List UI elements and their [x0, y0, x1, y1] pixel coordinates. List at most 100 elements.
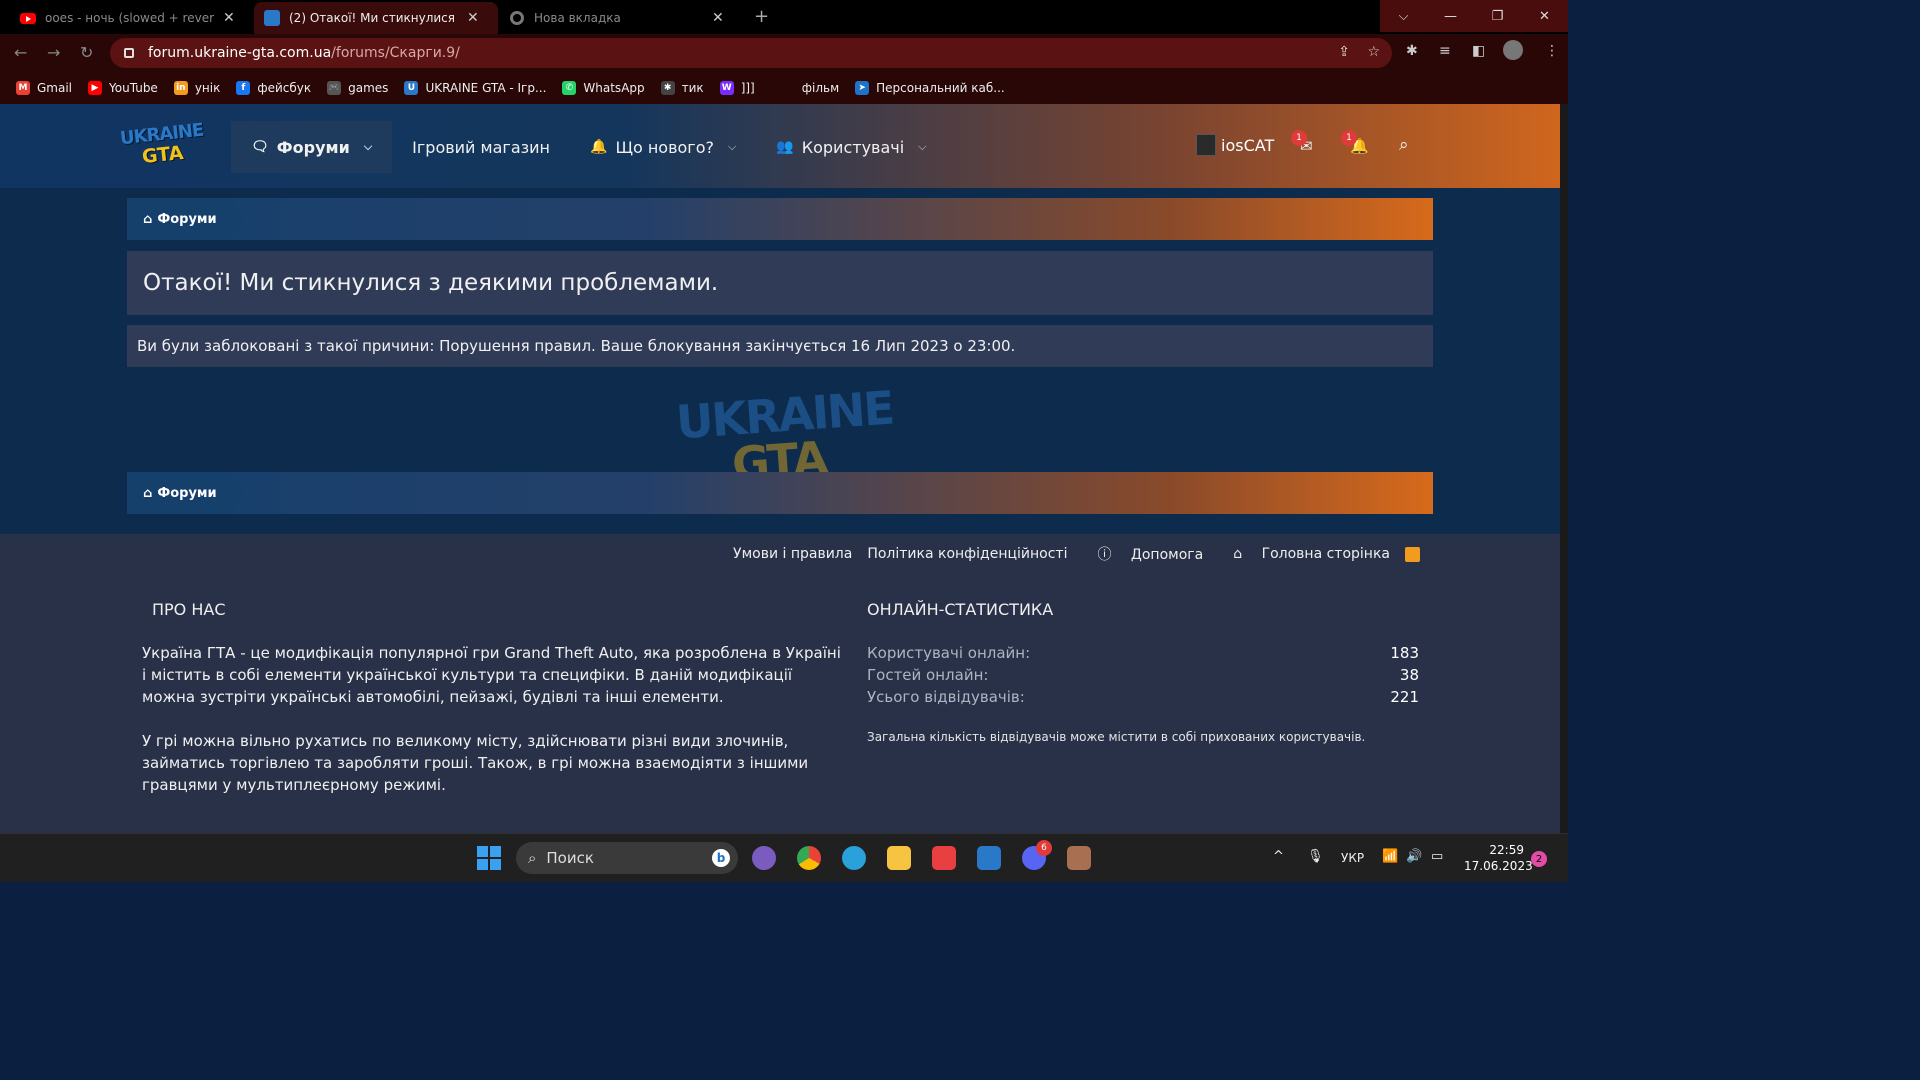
- bookmark-icon: ➤: [855, 81, 870, 95]
- browser-window: ooes - ночь (slowed + reverb) - Y ✕ (2) …: [0, 0, 1568, 104]
- stats-note: Загальна кількість відвідувачів може міс…: [867, 730, 1366, 744]
- close-icon[interactable]: ✕: [712, 10, 724, 26]
- page-scrollbar[interactable]: [1560, 104, 1568, 833]
- tab-youtube[interactable]: ooes - ночь (slowed + reverb) - Y ✕: [10, 2, 254, 34]
- search-icon[interactable]: ⌕: [1399, 135, 1409, 155]
- reload-icon[interactable]: ↻: [80, 43, 93, 62]
- breadcrumb-forums[interactable]: ⌂ Форуми: [127, 198, 245, 240]
- telegram-icon[interactable]: [842, 846, 866, 870]
- start-icon[interactable]: [477, 846, 501, 870]
- inbox-icon[interactable]: ✉ 1: [1291, 130, 1313, 155]
- forward-icon[interactable]: →: [47, 43, 60, 62]
- bookmark-item[interactable]: in унік: [173, 81, 220, 95]
- share-icon[interactable]: ⇪: [1338, 44, 1350, 60]
- clock[interactable]: 22:59 17.06.2023: [1464, 842, 1533, 874]
- back-icon[interactable]: ←: [14, 43, 27, 62]
- media-icon[interactable]: ≡: [1439, 43, 1451, 59]
- bookmark-label: games: [348, 81, 389, 95]
- window-controls: ⌵ — ❐ ✕: [1380, 0, 1568, 32]
- online-stats: Користувачі онлайн: 183 Гостей онлайн: 38 …: [867, 642, 1419, 748]
- privacy-link[interactable]: Політика конфіденційності: [867, 546, 1067, 562]
- bookmark-icon: ✆: [562, 81, 577, 95]
- new-tab-button[interactable]: +: [754, 6, 769, 27]
- bookmark-item[interactable]: W]]]: [719, 81, 755, 95]
- close-window-icon[interactable]: ✕: [1521, 0, 1568, 32]
- microphone-icon[interactable]: 🎙: [1307, 849, 1324, 864]
- lock-icon: [124, 48, 134, 58]
- breadcrumb-forums[interactable]: ⌂ Форуми: [127, 472, 245, 514]
- bookmarks-bar: M Gmail ▶ YouTube in унік f фейсбук 🎮 games U UKRAI…: [0, 72, 1568, 104]
- bookmark-star-icon[interactable]: ☆: [1367, 44, 1380, 60]
- discord-icon[interactable]: 6: [1022, 840, 1052, 870]
- about-paragraph: У грі можна вільно рухатись по великому …: [142, 732, 809, 794]
- bookmark-item[interactable]: ✱ тик: [660, 81, 704, 95]
- game-icon[interactable]: [1067, 846, 1091, 870]
- language-indicator[interactable]: УКР: [1341, 851, 1364, 865]
- tab-new[interactable]: Нова вкладка ✕: [500, 2, 744, 34]
- youtube-icon: [20, 12, 36, 24]
- nav-label: Форуми: [276, 137, 350, 157]
- bookmark-item[interactable]: ▶ YouTube: [88, 81, 158, 95]
- restore-icon[interactable]: ❐: [1474, 0, 1521, 32]
- home-icon: ⌂: [143, 211, 153, 227]
- tab-search-icon[interactable]: ⌵: [1380, 0, 1427, 32]
- inbox-badge: 1: [1291, 130, 1307, 146]
- bing-icon: b: [712, 849, 730, 867]
- chevron-down-icon[interactable]: ⌵: [728, 140, 736, 154]
- stats-row: Гостей онлайн: 38: [867, 664, 1419, 686]
- terms-link[interactable]: Умови і правила: [733, 546, 852, 562]
- site-logo[interactable]: UKRAINE GTA: [119, 120, 208, 170]
- chrome-taskbar-icon[interactable]: [797, 846, 821, 870]
- user-menu[interactable]: iosCAT: [1196, 134, 1274, 156]
- bookmark-item[interactable]: ✆ WhatsApp: [562, 81, 645, 95]
- bookmark-item[interactable]: M Gmail: [16, 81, 72, 95]
- alerts-badge: 1: [1341, 130, 1357, 146]
- notification-badge[interactable]: 2: [1531, 851, 1547, 867]
- nav-item[interactable]: 🗨 Форуми ⌵: [231, 121, 393, 173]
- taskbar-search[interactable]: ⌕ Поиск b: [516, 842, 738, 874]
- bookmark-label: тик: [681, 81, 704, 95]
- anydesk-icon[interactable]: [932, 846, 956, 870]
- bookmark-item[interactable]: ➤ Персональний каб...: [855, 81, 1005, 95]
- profile-avatar[interactable]: [1503, 40, 1523, 60]
- minimize-icon[interactable]: —: [1427, 0, 1474, 32]
- nav-label: Користувачі: [801, 137, 905, 157]
- bookmark-item[interactable]: U UKRAINE GTA - Ігр...: [404, 81, 546, 95]
- alerts-icon[interactable]: 🔔 1: [1341, 130, 1369, 155]
- close-icon[interactable]: ✕: [223, 10, 235, 26]
- bookmark-label: Gmail: [37, 81, 73, 95]
- wifi-icon[interactable]: 📶: [1382, 849, 1398, 864]
- bookmark-icon: 🎮: [327, 81, 342, 95]
- bookmark-label: Персональний каб...: [876, 81, 1005, 95]
- extensions-icon[interactable]: ✱: [1406, 43, 1418, 59]
- tab-title: Нова вкладка: [534, 11, 621, 25]
- close-icon[interactable]: ✕: [467, 10, 479, 26]
- menu-icon[interactable]: ⋮: [1545, 43, 1559, 59]
- bookmark-icon: M: [16, 81, 30, 95]
- side-panel-icon[interactable]: ◧: [1472, 43, 1485, 59]
- bookmark-item[interactable]: фільм: [795, 81, 839, 95]
- bookmark-label: ]]]: [740, 81, 755, 95]
- chevron-down-icon[interactable]: ⌵: [364, 140, 372, 154]
- chevron-down-icon[interactable]: ⌵: [918, 140, 926, 154]
- bookmark-item[interactable]: 🎮 games: [327, 81, 388, 95]
- nav-item[interactable]: 🔔 Що нового? ⌵: [570, 121, 756, 173]
- bookmark-item[interactable]: f фейсбук: [236, 81, 311, 95]
- tray-overflow-icon[interactable]: ^: [1273, 849, 1284, 864]
- volume-icon[interactable]: 🔊: [1406, 849, 1422, 864]
- bookmark-label: YouTube: [109, 81, 158, 95]
- file-explorer-icon[interactable]: [887, 846, 911, 870]
- battery-icon[interactable]: ▭: [1431, 849, 1443, 864]
- nav-item[interactable]: Ігровий магазин: [392, 121, 570, 173]
- tab-forum[interactable]: (2) Отакої! Ми стикнулися з деякими ✕: [254, 2, 498, 34]
- about-title: ПРО НАС: [152, 600, 226, 619]
- breadcrumb-label: Форуми: [157, 485, 217, 501]
- ukraine-gta-launcher-icon[interactable]: [977, 846, 1001, 870]
- address-bar[interactable]: forum.ukraine-gta.com.ua/forums/Скарги.9…: [110, 38, 1392, 68]
- nav-item[interactable]: 👥 Користувачі ⌵: [756, 121, 946, 173]
- home-link[interactable]: ⌂ Головна сторінка: [1218, 546, 1390, 562]
- viber-icon[interactable]: [752, 846, 776, 870]
- help-link[interactable]: ⓘ Допомога: [1082, 544, 1203, 564]
- page-title-text: Отакої! Ми стикнулися з деякими проблема…: [143, 270, 719, 296]
- rss-icon[interactable]: [1405, 546, 1420, 562]
